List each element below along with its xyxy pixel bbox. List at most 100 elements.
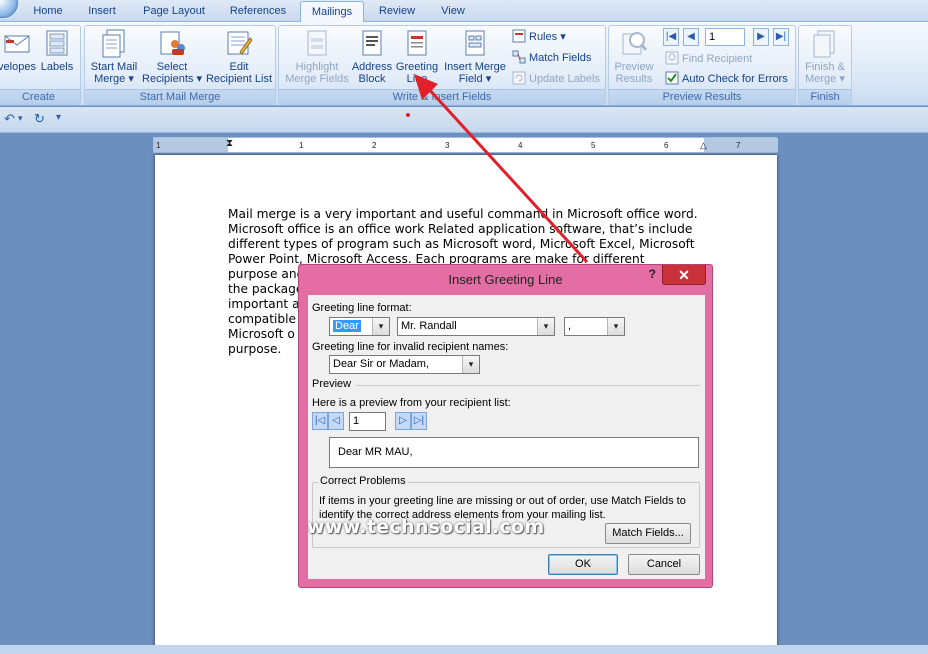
ribbon-tab-bar: Home Insert Page Layout References Maili…: [0, 0, 928, 23]
first-record-button[interactable]: |◀: [663, 28, 679, 46]
next-record-button[interactable]: ▶: [753, 28, 769, 46]
horizontal-ruler[interactable]: 1 ⧗ 1 2 3 4 5 6 △ 7: [153, 137, 778, 153]
find-recipient-button[interactable]: Find Recipient: [665, 50, 752, 68]
ok-button[interactable]: OK: [548, 554, 618, 575]
auto-check-errors-button[interactable]: Auto Check for Errors: [665, 70, 788, 88]
rules-button[interactable]: Rules ▾: [512, 28, 566, 46]
close-button[interactable]: ✕: [662, 265, 706, 285]
match-fields-button[interactable]: Match Fields...: [605, 523, 691, 544]
ruler-tick: 5: [591, 141, 596, 150]
start-mail-merge-label-1: Start Mail: [90, 61, 138, 73]
edit-recipient-list-button[interactable]: Edit Recipient List: [203, 28, 275, 85]
record-number-input[interactable]: 1: [349, 412, 386, 431]
document-line: different types of program such as Micro…: [228, 237, 695, 251]
greeting-line-label-2: Line: [406, 73, 428, 85]
rules-label: Rules: [529, 31, 558, 43]
update-labels-label: Update Labels: [529, 73, 600, 85]
tab-view[interactable]: View: [430, 3, 476, 22]
previous-record-button[interactable]: ◀: [683, 28, 699, 46]
greeting-format-label: Greeting line format:: [312, 302, 412, 314]
tab-review[interactable]: Review: [372, 3, 422, 22]
edit-recipient-list-label-1: Edit: [229, 61, 249, 73]
chevron-down-icon: ▾: [537, 318, 554, 335]
ruler-tick: 7: [736, 141, 741, 150]
redo-icon[interactable]: ↻: [34, 111, 45, 127]
greeting-line-icon: [407, 30, 427, 56]
insert-merge-field-label-1: Insert Merge: [444, 61, 506, 73]
insert-greeting-line-dialog: Insert Greeting Line ? ✕ Greeting line f…: [298, 264, 713, 588]
last-record-button[interactable]: ▷|: [411, 412, 427, 430]
invalid-names-value: Dear Sir or Madam,: [333, 358, 429, 370]
highlight-merge-fields-button[interactable]: Highlight Merge Fields: [281, 28, 353, 85]
greeting-line-button[interactable]: Greeting Line: [394, 28, 440, 85]
document-line: Mail merge is a very important and usefu…: [228, 207, 698, 221]
select-recipients-label-2: Recipients: [142, 73, 194, 85]
address-block-button[interactable]: Address Block: [351, 28, 393, 85]
indent-marker-icon[interactable]: ⧗: [226, 138, 233, 149]
correct-problems-title: Correct Problems: [318, 475, 408, 487]
preview-section-label: Preview: [312, 378, 352, 390]
punctuation-dropdown[interactable]: , ▾: [564, 317, 625, 336]
last-record-button[interactable]: ▶|: [773, 28, 789, 46]
office-button[interactable]: [0, 0, 18, 18]
envelopes-label: velopes: [0, 61, 36, 73]
insert-merge-field-icon: [465, 30, 485, 56]
punctuation-value: ,: [568, 320, 572, 332]
finish-label-1: Finish &: [805, 61, 845, 73]
edit-recipient-list-label-2: Recipient List: [205, 73, 273, 85]
chevron-down-icon[interactable]: ▾: [18, 113, 23, 124]
status-bar: [0, 645, 928, 654]
name-format-dropdown[interactable]: Mr. Randall ▾: [397, 317, 555, 336]
select-recipients-button[interactable]: Select Recipients ▾: [141, 28, 203, 85]
tab-home[interactable]: Home: [26, 3, 70, 22]
tab-insert[interactable]: Insert: [80, 3, 124, 22]
finish-label-2: Merge: [805, 73, 837, 85]
labels-button[interactable]: Labels: [40, 28, 74, 73]
first-record-button[interactable]: |◁: [312, 412, 328, 430]
highlight-label-2: Merge Fields: [285, 73, 349, 85]
invalid-names-dropdown[interactable]: Dear Sir or Madam, ▾: [329, 355, 480, 374]
labels-icon: [46, 30, 68, 56]
chevron-down-icon: ▾: [462, 356, 479, 373]
salutation-dropdown[interactable]: Dear ▾: [329, 317, 390, 336]
group-write-insert-fields-label: Write & Insert Fields: [279, 89, 605, 104]
envelopes-button[interactable]: velopes: [0, 28, 37, 73]
select-recipients-icon: [160, 31, 185, 55]
match-fields-label: Match Fields: [529, 52, 592, 64]
document-line: Microsoft office is an office work Relat…: [228, 222, 693, 236]
salutation-value: Dear: [333, 320, 361, 332]
tab-mailings[interactable]: Mailings: [300, 1, 364, 23]
group-finish: Finish & Merge ▾ Finish: [798, 25, 852, 105]
group-preview-results-label: Preview Results: [609, 89, 795, 104]
preview-results-button[interactable]: Preview Results: [611, 28, 657, 85]
record-number-input[interactable]: 1: [705, 28, 745, 46]
finish-merge-button[interactable]: Finish & Merge ▾: [801, 28, 849, 85]
right-indent-marker-icon[interactable]: △: [700, 140, 707, 151]
ruler-tick: 2: [372, 141, 377, 150]
group-create: velopes Labels Create: [0, 25, 81, 105]
address-block-icon: [362, 30, 382, 56]
preview-label-1: Preview: [614, 61, 654, 73]
cancel-button[interactable]: Cancel: [628, 554, 700, 575]
match-fields-button[interactable]: Match Fields: [512, 49, 591, 67]
tab-page-layout[interactable]: Page Layout: [136, 3, 212, 22]
preview-label-2: Results: [615, 73, 653, 85]
help-icon[interactable]: ?: [649, 267, 656, 281]
correct-problems-text-1: If items in your greeting line are missi…: [319, 495, 686, 507]
start-mail-merge-button[interactable]: Start Mail Merge ▾: [87, 28, 141, 85]
next-record-button[interactable]: ▷: [395, 412, 411, 430]
watermark-text: www.technsocial.com: [307, 516, 545, 538]
magnifier-icon: [622, 32, 647, 55]
ribbon: velopes Labels Create Start Mail Merge ▾…: [0, 22, 928, 106]
match-fields-icon: [512, 50, 526, 64]
correct-problems-group: Correct Problems If items in your greeti…: [312, 475, 700, 548]
insert-merge-field-button[interactable]: Insert Merge Field ▾: [439, 28, 511, 85]
chevron-down-icon: ▾: [372, 318, 389, 335]
previous-record-button[interactable]: ◁: [328, 412, 344, 430]
tab-references[interactable]: References: [222, 3, 294, 22]
chevron-down-icon: ▾: [560, 31, 566, 43]
customize-toolbar-icon[interactable]: ▾: [56, 112, 61, 123]
group-write-insert-fields: Highlight Merge Fields Address Block Gre…: [278, 25, 606, 105]
update-labels-button[interactable]: Update Labels: [512, 70, 600, 88]
undo-icon[interactable]: ↶: [4, 111, 15, 127]
